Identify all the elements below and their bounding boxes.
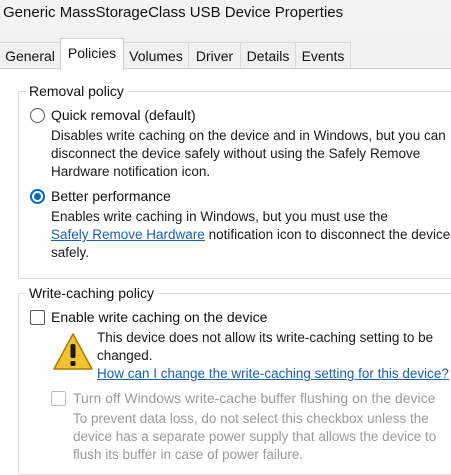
enable-write-caching-label[interactable]: Enable write caching on the device (51, 309, 267, 325)
tab-details[interactable]: Details (241, 42, 296, 68)
flushing-desc-line: To prevent data loss, do not select this… (73, 411, 429, 426)
better-performance-desc-line: Safely Remove Hardware notification icon… (51, 226, 451, 244)
better-performance-radio[interactable] (30, 189, 45, 204)
removal-policy-title: Removal policy (26, 83, 127, 99)
quick-removal-label[interactable]: Quick removal (default) (51, 107, 196, 123)
turn-off-buffer-flushing-description: To prevent data loss, do not select this… (73, 410, 451, 464)
safely-remove-hardware-link[interactable]: Safely Remove Hardware (51, 227, 205, 242)
warning-line: changed. (97, 348, 153, 363)
flushing-desc-line: device has a separate power supply that … (73, 429, 437, 444)
turn-off-buffer-flushing-checkbox[interactable] (51, 391, 66, 406)
tab-general[interactable]: General (0, 42, 61, 68)
change-write-caching-help-link[interactable]: How can I change the write-caching setti… (97, 366, 449, 381)
quick-removal-desc-line: Disables write caching on the device and… (51, 128, 446, 143)
warning-icon (53, 333, 93, 370)
tab-driver[interactable]: Driver (189, 42, 241, 68)
tab-volumes[interactable]: Volumes (124, 42, 189, 68)
warning-link-row: How can I change the write-caching setti… (97, 365, 449, 383)
write-caching-policy-title: Write-caching policy (26, 285, 158, 301)
window-title: Generic MassStorageClass USB Device Prop… (3, 4, 344, 21)
better-performance-desc-line: Enables write caching in Windows, but yo… (51, 209, 388, 224)
write-caching-warning-text: This device does not allow its write-cac… (97, 329, 449, 383)
better-performance-label[interactable]: Better performance (51, 188, 171, 204)
enable-write-caching-checkbox[interactable] (30, 310, 45, 325)
tab-events[interactable]: Events (296, 42, 351, 68)
quick-removal-description: Disables write caching on the device and… (51, 127, 451, 181)
quick-removal-desc-line: disconnect the device safely without usi… (51, 146, 421, 161)
tab-policies[interactable]: Policies (60, 38, 124, 70)
turn-off-buffer-flushing-label[interactable]: Turn off Windows write-cache buffer flus… (73, 390, 435, 406)
warning-line: This device does not allow its write-cac… (97, 330, 434, 345)
better-performance-desc-line: safely. (51, 245, 90, 260)
quick-removal-desc-line: Hardware notification icon. (51, 164, 211, 179)
better-performance-description: Enables write caching in Windows, but yo… (51, 208, 451, 262)
quick-removal-radio[interactable] (30, 108, 45, 123)
flushing-desc-line: flush its buffer in case of power failur… (73, 447, 304, 462)
better-performance-desc-rest: notification icon to disconnect the devi… (204, 227, 451, 242)
title-bar: Generic MassStorageClass USB Device Prop… (0, 0, 451, 32)
